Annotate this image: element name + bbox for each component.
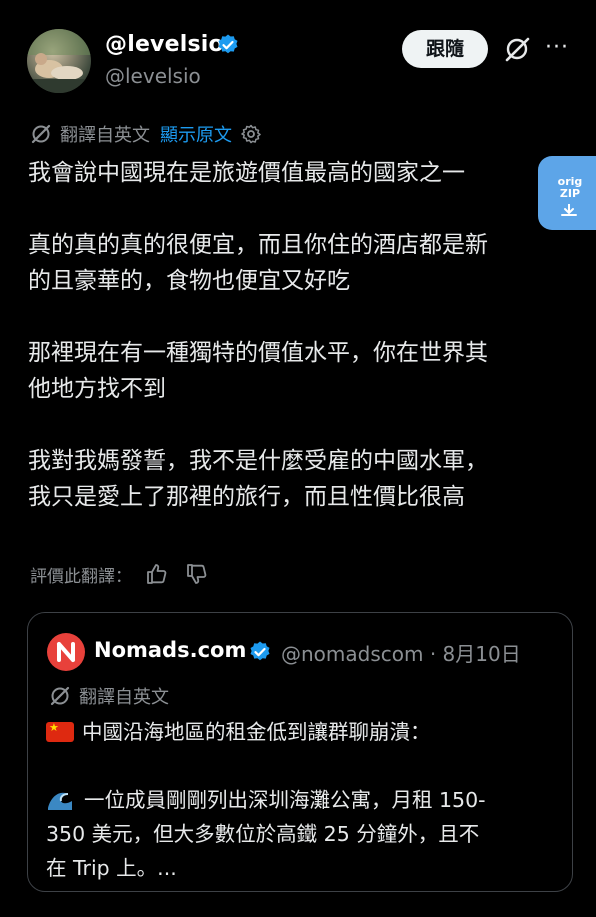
translate-icon	[31, 124, 51, 144]
tweet-paragraph: 那裡現在有一種獨特的價值水平，你在世界其 他地方找不到	[28, 340, 488, 402]
follow-button[interactable]: 跟隨	[402, 30, 488, 68]
quoted-handle-date: @nomadscom · 8月10日	[281, 642, 521, 666]
display-name[interactable]: @levelsio	[105, 32, 224, 57]
translate-icon	[50, 686, 70, 706]
quoted-line: 中國沿海地區的租金低到讓群聊崩潰：	[46, 715, 556, 749]
nomads-logo-icon	[47, 633, 85, 671]
quoted-display-name[interactable]: Nomads.com	[94, 638, 246, 662]
quoted-line-text: 一位成員剛剛列出深圳海灘公寓，月租 150- 350 美元，但大多數位於高鐵 2…	[46, 788, 486, 880]
quoted-text: 中國沿海地區的租金低到讓群聊崩潰： 一位成員剛剛列出深圳海灘公寓，月租 150-…	[46, 715, 556, 885]
china-flag-icon	[46, 722, 74, 742]
handle[interactable]: @levelsio	[105, 64, 201, 88]
rate-translation-label: 評價此翻譯：	[30, 566, 132, 587]
show-original-link[interactable]: 顯示原文	[160, 121, 232, 147]
avatar[interactable]	[27, 29, 91, 93]
translation-note: 翻譯自英文	[60, 125, 150, 146]
extension-tab[interactable]: orig ZIP	[538, 156, 596, 230]
quoted-line-text: 中國沿海地區的租金低到讓群聊崩潰：	[82, 720, 431, 744]
extension-label: orig ZIP	[557, 175, 583, 200]
thumbs-down-icon[interactable]	[186, 563, 208, 585]
quoted-translation-notice: 翻譯自英文	[49, 683, 169, 709]
more-dots-icon[interactable]: ···	[545, 37, 573, 59]
tweet-text: 我會說中國現在是旅遊價值最高的國家之一 真的真的真的很便宜，而且你住的酒店都是新…	[28, 155, 558, 515]
grok-slash-icon[interactable]	[503, 35, 531, 63]
verified-badge-icon	[250, 641, 270, 661]
quoted-line: 一位成員剛剛列出深圳海灘公寓，月租 150- 350 美元，但大多數位於高鐵 2…	[46, 783, 556, 885]
tweet-page: @levelsio @levelsio 跟隨 ··· 翻譯自英文 顯示原文 我會…	[0, 0, 596, 917]
translation-notice: 翻譯自英文 顯示原文	[30, 121, 262, 147]
download-icon	[561, 204, 577, 216]
quoted-translation-note: 翻譯自英文	[79, 687, 169, 708]
wave-emoji-icon	[48, 792, 72, 810]
gear-icon[interactable]	[240, 123, 262, 145]
tweet-paragraph: 我會說中國現在是旅遊價值最高的國家之一	[28, 160, 465, 186]
thumbs-up-icon[interactable]	[146, 563, 168, 585]
tweet-paragraph: 我對我媽發誓，我不是什麼受雇的中國水軍， 我只是愛上了那裡的旅行，而且性價比很高	[28, 448, 488, 510]
rate-translation-row: 評價此翻譯：	[30, 561, 208, 587]
quoted-tweet[interactable]: Nomads.com @nomadscom · 8月10日 翻譯自英文 中國沿海…	[27, 612, 573, 892]
tweet-header: @levelsio @levelsio 跟隨 ···	[0, 0, 596, 110]
tweet-paragraph: 真的真的真的很便宜，而且你住的酒店都是新 的且豪華的，食物也便宜又好吃	[28, 232, 488, 294]
verified-badge-icon	[218, 34, 238, 54]
